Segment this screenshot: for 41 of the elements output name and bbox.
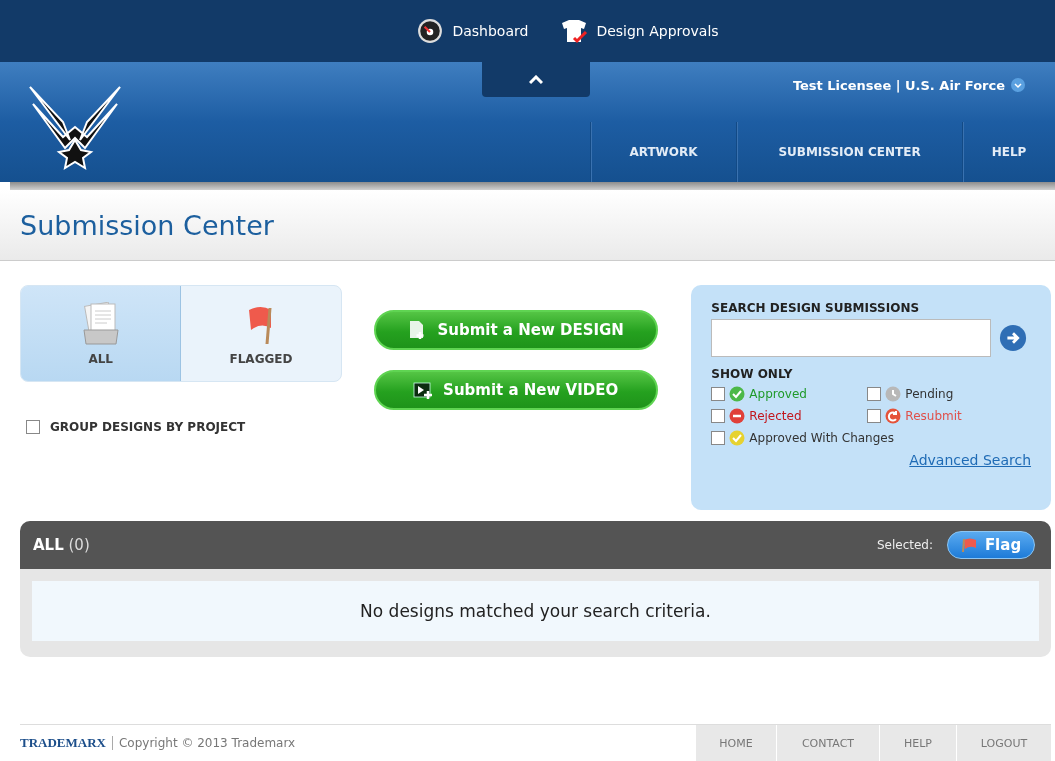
empty-message: No designs matched your search criteria. bbox=[32, 581, 1039, 641]
group-checkbox[interactable]: GROUP DESIGNS BY PROJECT bbox=[26, 420, 342, 434]
search-title: SEARCH DESIGN SUBMISSIONS bbox=[711, 301, 921, 315]
show-only-label: SHOW ONLY bbox=[711, 367, 794, 381]
status-icon bbox=[885, 408, 902, 424]
footer-link[interactable]: LOGOUT bbox=[956, 725, 1051, 761]
status-filter[interactable]: Approved With Changes bbox=[711, 430, 1031, 446]
view-tab[interactable]: FLAGGED bbox=[181, 286, 341, 381]
status-filter[interactable]: Pending bbox=[867, 386, 1031, 402]
status-icon bbox=[729, 386, 746, 402]
collapse-tab[interactable] bbox=[482, 62, 590, 97]
copyright-text: Copyright © 2013 Trademarx bbox=[111, 736, 296, 750]
footer-link[interactable]: CONTACT bbox=[776, 725, 879, 761]
submit-button[interactable]: Submit a New DESIGN bbox=[373, 310, 658, 350]
status-icon bbox=[885, 386, 902, 402]
tshirt-icon bbox=[560, 18, 589, 44]
new-video-icon bbox=[413, 380, 434, 400]
status-icon bbox=[729, 430, 746, 446]
page-title: Submission Center bbox=[20, 209, 274, 241]
search-field[interactable] bbox=[711, 319, 992, 357]
brand-logo: TRADEMARX bbox=[20, 735, 106, 751]
gauge-icon bbox=[416, 18, 445, 44]
status-filter[interactable]: Rejected bbox=[711, 408, 868, 424]
advanced-search-link[interactable]: Advanced Search bbox=[909, 452, 1031, 468]
status-filter[interactable]: Approved bbox=[711, 386, 868, 402]
dropdown-icon bbox=[1011, 78, 1025, 92]
caret-icon bbox=[529, 74, 543, 85]
selected-label: Selected: bbox=[876, 538, 933, 552]
status-filter[interactable]: Resubmit bbox=[867, 408, 1031, 424]
top-nav-link[interactable]: Dashboard bbox=[416, 18, 529, 44]
results-title: ALL (0) bbox=[33, 536, 90, 554]
submit-button[interactable]: Submit a New VIDEO bbox=[373, 370, 658, 410]
status-icon bbox=[729, 408, 746, 424]
top-nav-link[interactable]: Design Approvals bbox=[560, 18, 719, 44]
user-menu[interactable]: Test Licensee | U.S. Air Force bbox=[792, 62, 1055, 92]
flag-icon bbox=[960, 537, 979, 553]
footer-link[interactable]: HOME bbox=[695, 725, 776, 761]
documents-icon bbox=[80, 301, 121, 346]
footer-link[interactable]: HELP bbox=[879, 725, 956, 761]
flag-button[interactable]: Flag bbox=[947, 531, 1035, 559]
view-tab[interactable]: ALL bbox=[21, 286, 182, 381]
